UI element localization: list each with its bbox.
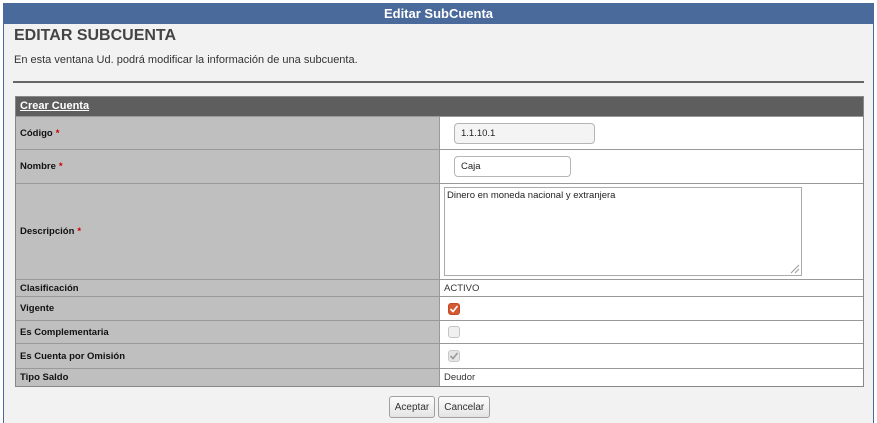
page-description: En esta ventana Ud. podrá modificar la i… [14,54,358,66]
descripcion-textarea[interactable]: Dinero en moneda nacional y extranjera [444,187,802,276]
complementaria-label-text: Es Complementaria [20,326,109,338]
clasificacion-value: ACTIVO [440,280,863,296]
codigo-input[interactable] [454,122,595,144]
row-complementaria: Es Complementaria [16,320,863,343]
nombre-label: Nombre * [16,150,440,183]
row-tipo-saldo: Tipo Saldo Deudor [16,368,863,386]
nombre-input[interactable] [454,156,571,177]
form-section-header: Crear Cuenta [16,97,863,116]
vigente-checkbox[interactable] [448,302,460,315]
codigo-label: Código * [16,117,440,149]
complementaria-checkbox[interactable] [448,326,460,338]
accept-button[interactable]: Aceptar [388,396,436,418]
complementaria-cell [440,321,863,343]
omision-checkbox[interactable] [448,350,460,362]
clasificacion-label: Clasificación [16,280,440,296]
descripcion-label-text: Descripción [20,226,75,237]
row-codigo: Código * [16,116,863,149]
divider [13,81,864,83]
row-nombre: Nombre * [16,149,863,183]
required-mark: * [77,226,82,237]
required-mark: * [58,161,63,172]
window-title: Editar SubCuenta [4,4,873,24]
form-actions: Aceptar Cancelar [4,396,873,418]
checkmark-icon [449,304,459,313]
cancel-button[interactable]: Cancelar [438,396,491,418]
vigente-label-text: Vigente [20,303,55,314]
page-title: EDITAR SUBCUENTA [14,27,177,44]
tipo-saldo-value: Deudor [440,369,863,386]
complementaria-label: Es Complementaria [16,321,440,343]
vigente-label: Vigente [16,297,440,320]
codigo-label-text: Código [20,127,53,139]
row-clasificacion: Clasificación ACTIVO [16,279,863,296]
row-omision: Es Cuenta por Omisión [16,343,863,368]
nombre-label-text: Nombre [20,161,56,172]
subaccount-form: Crear Cuenta Código * Nombre * [15,96,864,387]
descripcion-label: Descripción * [16,184,440,279]
clasificacion-label-text: Clasificación [20,282,79,294]
row-descripcion: Descripción * Dinero en moneda nacional … [16,183,863,279]
descripcion-text: Dinero en moneda nacional y extranjera [447,190,616,201]
omision-label-text: Es Cuenta por Omisión [20,350,126,362]
omision-label: Es Cuenta por Omisión [16,344,440,368]
descripcion-cell: Dinero en moneda nacional y extranjera [440,184,863,279]
omision-cell [440,344,863,368]
form-section-title: Crear Cuenta [20,100,90,112]
resize-grip-icon[interactable] [788,262,800,274]
tipo-saldo-label: Tipo Saldo [16,369,440,386]
vigente-cell [440,297,863,320]
tipo-saldo-label-text: Tipo Saldo [20,372,69,383]
edit-subaccount-window: Editar SubCuenta EDITAR SUBCUENTA En est… [3,3,874,423]
nombre-cell [440,150,863,183]
codigo-cell [440,117,863,149]
required-mark: * [55,127,60,139]
row-vigente: Vigente [16,296,863,320]
checkmark-icon [449,352,459,360]
